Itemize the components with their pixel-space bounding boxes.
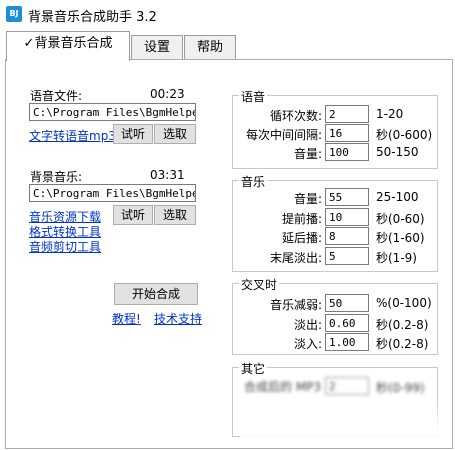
fade-out-label: 淡出: bbox=[293, 318, 322, 332]
interval-label: 每次中间间隔: bbox=[245, 128, 322, 142]
mp3-range: 秒(0-99) bbox=[376, 381, 425, 395]
pre-play-field[interactable]: 10 bbox=[325, 208, 369, 226]
voice-volume-label: 音量: bbox=[293, 147, 322, 161]
other-group-title: 其它 bbox=[239, 360, 268, 377]
tts-link[interactable]: 文字转语音mp3 bbox=[29, 127, 116, 144]
voice-listen-button[interactable]: 试听 bbox=[113, 124, 153, 144]
tab-bgm-compose[interactable]: ✓背景音乐合成 bbox=[6, 31, 130, 61]
mp3-label: 合成后的 MP3 bbox=[244, 380, 322, 394]
tail-fade-label: 末尾淡出: bbox=[269, 251, 322, 265]
pre-play-range: 秒(0-60) bbox=[376, 212, 425, 226]
music-volume-label: 音量: bbox=[293, 192, 322, 206]
post-play-label: 延后播: bbox=[281, 231, 322, 245]
loop-count-label: 循环次数: bbox=[269, 109, 322, 123]
voice-group-title: 语音 bbox=[239, 88, 268, 105]
bg-music-duration: 03:31 bbox=[150, 168, 185, 182]
music-duck-field[interactable]: 50 bbox=[325, 294, 369, 312]
loop-count-field[interactable]: 2 bbox=[325, 105, 369, 123]
bottom-fade-overlay bbox=[240, 400, 440, 440]
pre-play-label: 提前播: bbox=[281, 212, 322, 226]
tail-fade-field[interactable]: 5 bbox=[325, 247, 369, 265]
interval-range: 秒(0-600) bbox=[376, 128, 433, 142]
tab-help[interactable]: 帮助 bbox=[184, 35, 236, 60]
fade-out-range: 秒(0.2-8) bbox=[376, 318, 429, 332]
bg-choose-button[interactable]: 选取 bbox=[154, 205, 196, 225]
fade-in-range: 秒(0.2-8) bbox=[376, 337, 429, 351]
voice-duration: 00:23 bbox=[150, 87, 185, 101]
bg-music-path-field[interactable]: C:\Program Files\BgmHelper\ bbox=[29, 184, 196, 202]
music-duck-label: 音乐减弱: bbox=[269, 298, 322, 312]
voice-choose-button[interactable]: 选取 bbox=[154, 124, 196, 144]
voice-volume-range: 50-150 bbox=[376, 145, 419, 159]
music-volume-field[interactable]: 55 bbox=[325, 188, 369, 206]
music-group-title: 音乐 bbox=[239, 173, 268, 190]
fade-out-field[interactable]: 0.60 bbox=[325, 314, 369, 332]
audio-cut-link[interactable]: 音频剪切工具 bbox=[29, 238, 101, 255]
mp3-field[interactable]: 2 bbox=[325, 377, 369, 395]
tab-settings[interactable]: 设置 bbox=[131, 35, 183, 60]
cross-group-title: 交叉时 bbox=[239, 276, 280, 293]
tutorial-link[interactable]: 教程! bbox=[112, 310, 141, 327]
voice-file-label: 语音文件: bbox=[30, 89, 83, 103]
loop-count-range: 1-20 bbox=[376, 107, 404, 121]
post-play-range: 秒(1-60) bbox=[376, 231, 425, 245]
window-title: 背景音乐合成助手 3.2 bbox=[28, 10, 157, 25]
start-compose-button[interactable]: 开始合成 bbox=[114, 283, 198, 305]
music-duck-range: %(0-100) bbox=[376, 296, 432, 310]
fade-in-field[interactable]: 1.00 bbox=[325, 333, 369, 351]
support-link[interactable]: 技术支持 bbox=[154, 310, 202, 327]
tail-fade-range: 秒(1-9) bbox=[376, 251, 417, 265]
title-bar: BJ 背景音乐合成助手 3.2 bbox=[0, 0, 455, 30]
post-play-field[interactable]: 8 bbox=[325, 227, 369, 245]
bg-listen-button[interactable]: 试听 bbox=[113, 205, 153, 225]
voice-volume-field[interactable]: 100 bbox=[325, 143, 369, 161]
voice-file-path-field[interactable]: C:\Program Files\BgmHelper\ bbox=[29, 103, 196, 121]
music-volume-range: 25-100 bbox=[376, 190, 419, 204]
bg-music-label: 背景音乐: bbox=[30, 170, 83, 184]
fade-in-label: 淡入: bbox=[293, 337, 322, 351]
interval-field[interactable]: 16 bbox=[325, 124, 369, 142]
app-icon: BJ bbox=[6, 6, 22, 22]
